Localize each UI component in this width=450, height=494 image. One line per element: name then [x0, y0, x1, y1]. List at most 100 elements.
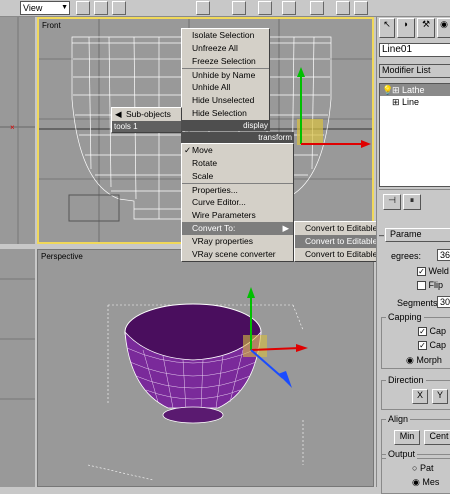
- flip-checkbox[interactable]: Flip: [417, 280, 444, 291]
- perspective-viewport[interactable]: Perspective: [37, 249, 374, 487]
- direction-y-button[interactable]: Y: [432, 389, 448, 404]
- check-icon: ✓: [184, 145, 192, 155]
- morph-label: Morph: [416, 355, 442, 365]
- view-combo[interactable]: View ▼: [20, 1, 70, 15]
- menu-item-isolate-selection[interactable]: Isolate Selection: [182, 29, 269, 42]
- menu-item-hide-unselected[interactable]: Hide Unselected: [182, 94, 269, 107]
- flip-check-icon: [417, 281, 426, 291]
- align-min-button[interactable]: Min: [394, 430, 420, 445]
- cap-end-label: Cap: [429, 340, 447, 350]
- toolbar-button[interactable]: [76, 1, 90, 15]
- menu-item-vray-scene-converter[interactable]: VRay scene converter: [182, 248, 293, 261]
- toolbar-button[interactable]: [282, 1, 296, 15]
- view-combo-label: View: [23, 3, 43, 13]
- modify-tab-icon[interactable]: ◗: [397, 18, 415, 38]
- menu-item-unhide-by-name[interactable]: Unhide by Name: [182, 68, 269, 81]
- create-tab-icon[interactable]: ↖: [379, 18, 395, 38]
- morph-radio[interactable]: ◉ Morph: [406, 355, 442, 366]
- flip-label: Flip: [428, 280, 444, 290]
- stack-item-line[interactable]: ⊞ Line: [380, 96, 450, 108]
- perspective-wireframe: [87, 287, 308, 481]
- toolbar-button[interactable]: [310, 1, 324, 15]
- viewport-bottom-left[interactable]: [0, 249, 35, 487]
- cap-end-check-icon: ✓: [418, 341, 427, 351]
- radio-selected-icon: ◉: [412, 477, 420, 487]
- tools-header: tools 1: [112, 121, 181, 132]
- hierarchy-tab-icon[interactable]: ⚒: [417, 18, 435, 38]
- menu-item-convert-to[interactable]: Convert To: ▶: [182, 222, 293, 235]
- capping-title: Capping: [386, 312, 424, 322]
- stack-item-lathe-label: Lathe: [402, 85, 425, 95]
- toolbar-button[interactable]: [112, 1, 126, 15]
- menu-item-vray-properties[interactable]: VRay properties: [182, 235, 293, 248]
- output-title: Output: [386, 449, 418, 459]
- quad-menu-display: Isolate Selection Unfreeze All Freeze Se…: [181, 28, 270, 121]
- pin-stack-icon[interactable]: ⊣: [383, 194, 401, 210]
- expand-icon: ⊞: [392, 97, 400, 107]
- menu-item-sub-objects[interactable]: ◀ Sub-objects: [112, 108, 181, 121]
- menu-item-unfreeze-all[interactable]: Unfreeze All: [182, 42, 269, 55]
- radio-empty-icon: ○: [412, 463, 418, 473]
- degrees-label: egrees:: [391, 251, 422, 261]
- arrow-right-icon: ▶: [282, 223, 289, 233]
- main-toolbar: View ▼: [0, 0, 450, 17]
- direction-title: Direction: [386, 375, 426, 385]
- menu-item-freeze-selection[interactable]: Freeze Selection: [182, 55, 269, 68]
- grid-lines: [0, 278, 35, 400]
- convert-to-label: Convert To:: [192, 223, 236, 233]
- quad-menu-transform: ✓ Move Rotate Scale Properties... Curve …: [181, 143, 294, 262]
- grid-lines: ×: [0, 17, 35, 244]
- chevron-down-icon: ▼: [61, 4, 68, 11]
- transform-header: transform: [181, 132, 294, 143]
- toolbar-button[interactable]: [354, 1, 368, 15]
- align-center-button[interactable]: Cent: [424, 430, 450, 445]
- direction-x-button[interactable]: X: [412, 389, 428, 404]
- svg-text:×: ×: [10, 123, 15, 132]
- stack-buttons: ⊣ ⏸: [379, 189, 450, 213]
- direction-group: Direction X Y: [381, 375, 450, 410]
- cap-start-check-icon: ✓: [418, 327, 427, 337]
- align-title: Align: [386, 414, 411, 424]
- menu-item-move-label: Move: [192, 145, 213, 155]
- output-patch-radio[interactable]: ○ Pat: [412, 463, 433, 473]
- segments-spinner[interactable]: 30: [437, 296, 450, 308]
- menu-item-move[interactable]: ✓ Move: [182, 144, 293, 157]
- toolbar-button[interactable]: [336, 1, 350, 15]
- toolbar-button[interactable]: [196, 1, 210, 15]
- toolbar-button[interactable]: [232, 1, 246, 15]
- toolbar-button[interactable]: [94, 1, 108, 15]
- arrow-left-icon: ◀: [115, 109, 122, 119]
- stack-item-lathe[interactable]: 💡 ⊞ Lathe: [380, 84, 450, 96]
- menu-item-wire-parameters[interactable]: Wire Parameters: [182, 209, 293, 222]
- menu-item-curve-editor[interactable]: Curve Editor...: [182, 196, 293, 209]
- parameters-rollout[interactable]: Parame: [385, 228, 450, 242]
- degrees-spinner[interactable]: 36: [437, 249, 450, 261]
- object-name-field[interactable]: Line01: [379, 43, 450, 57]
- modifier-list-dropdown[interactable]: Modifier List: [379, 64, 450, 78]
- menu-item-rotate[interactable]: Rotate: [182, 157, 293, 170]
- motion-tab-icon[interactable]: ◉: [437, 18, 450, 38]
- show-end-result-icon[interactable]: ⏸: [403, 194, 421, 210]
- toolbar-button[interactable]: [258, 1, 272, 15]
- radio-selected-icon: ◉: [406, 355, 414, 365]
- modifier-stack: 💡 ⊞ Lathe ⊞ Line: [379, 83, 450, 187]
- cap-start-label: Cap: [429, 326, 447, 336]
- rollout-minus-icon: –: [379, 230, 385, 240]
- segments-label: Segments:: [397, 298, 441, 308]
- weld-checkbox[interactable]: ✓ Weld: [417, 266, 449, 277]
- weld-label: Weld: [428, 266, 449, 276]
- menu-item-properties[interactable]: Properties...: [182, 183, 293, 196]
- sub-objects-label: Sub-objects: [126, 109, 171, 119]
- weld-check-icon: ✓: [417, 267, 426, 277]
- capping-group: Capping ✓ Cap ✓ Cap ◉ Morph: [381, 312, 450, 369]
- output-mesh-radio[interactable]: ◉ Mes: [412, 477, 439, 488]
- cap-start-checkbox[interactable]: ✓ Cap: [418, 326, 447, 337]
- menu-item-unhide-all[interactable]: Unhide All: [182, 81, 269, 94]
- menu-item-hide-selection[interactable]: Hide Selection: [182, 107, 269, 120]
- menu-item-scale[interactable]: Scale: [182, 170, 293, 183]
- cap-end-checkbox[interactable]: ✓ Cap: [418, 340, 447, 351]
- output-mesh-label: Mes: [422, 477, 440, 487]
- expand-icon: ⊞: [392, 85, 400, 95]
- display-header: display: [181, 120, 270, 131]
- viewport-top-left[interactable]: ×: [0, 17, 35, 244]
